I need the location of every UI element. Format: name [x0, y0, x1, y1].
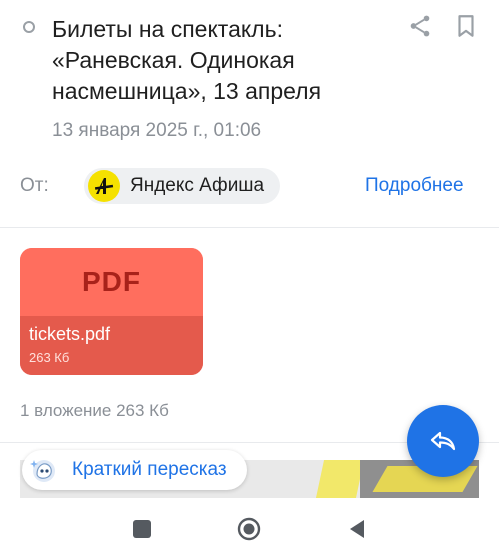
reply-button[interactable]: [407, 405, 479, 477]
email-subject: Билеты на спектакль: «Раневская. Одинока…: [52, 16, 322, 104]
ai-summary-icon: [30, 460, 55, 482]
sender-name: Яндекс Афиша: [130, 175, 265, 196]
attachment-card[interactable]: PDF tickets.pdf 263 Кб: [20, 248, 203, 375]
more-details-link[interactable]: Подробнее: [365, 175, 464, 197]
pdf-badge: PDF: [82, 266, 141, 297]
brief-summary-label: Краткий пересказ: [72, 459, 227, 480]
preview-graphic: [315, 460, 365, 498]
unread-indicator-icon[interactable]: [23, 21, 35, 33]
bookmark-icon[interactable]: [453, 13, 479, 39]
attachment-file-name: tickets.pdf: [29, 324, 111, 344]
sender-chip[interactable]: Яндекс Афиша: [84, 168, 281, 204]
attachment-file-size: 263 Кб: [29, 350, 70, 365]
email-date: 13 января 2025 г., 01:06: [52, 120, 262, 141]
from-label: От:: [20, 175, 49, 196]
sender-logo-icon: [88, 170, 120, 202]
reply-icon: [430, 431, 456, 451]
share-icon[interactable]: [407, 13, 433, 39]
attachments-summary: 1 вложение 263 Кб: [20, 401, 169, 420]
divider: [0, 227, 499, 228]
system-nav-bar: [0, 500, 499, 560]
brief-summary-button[interactable]: Краткий пересказ: [22, 450, 247, 490]
back-icon[interactable]: [347, 518, 367, 540]
home-icon[interactable]: [237, 517, 261, 541]
recents-icon[interactable]: [133, 520, 151, 538]
